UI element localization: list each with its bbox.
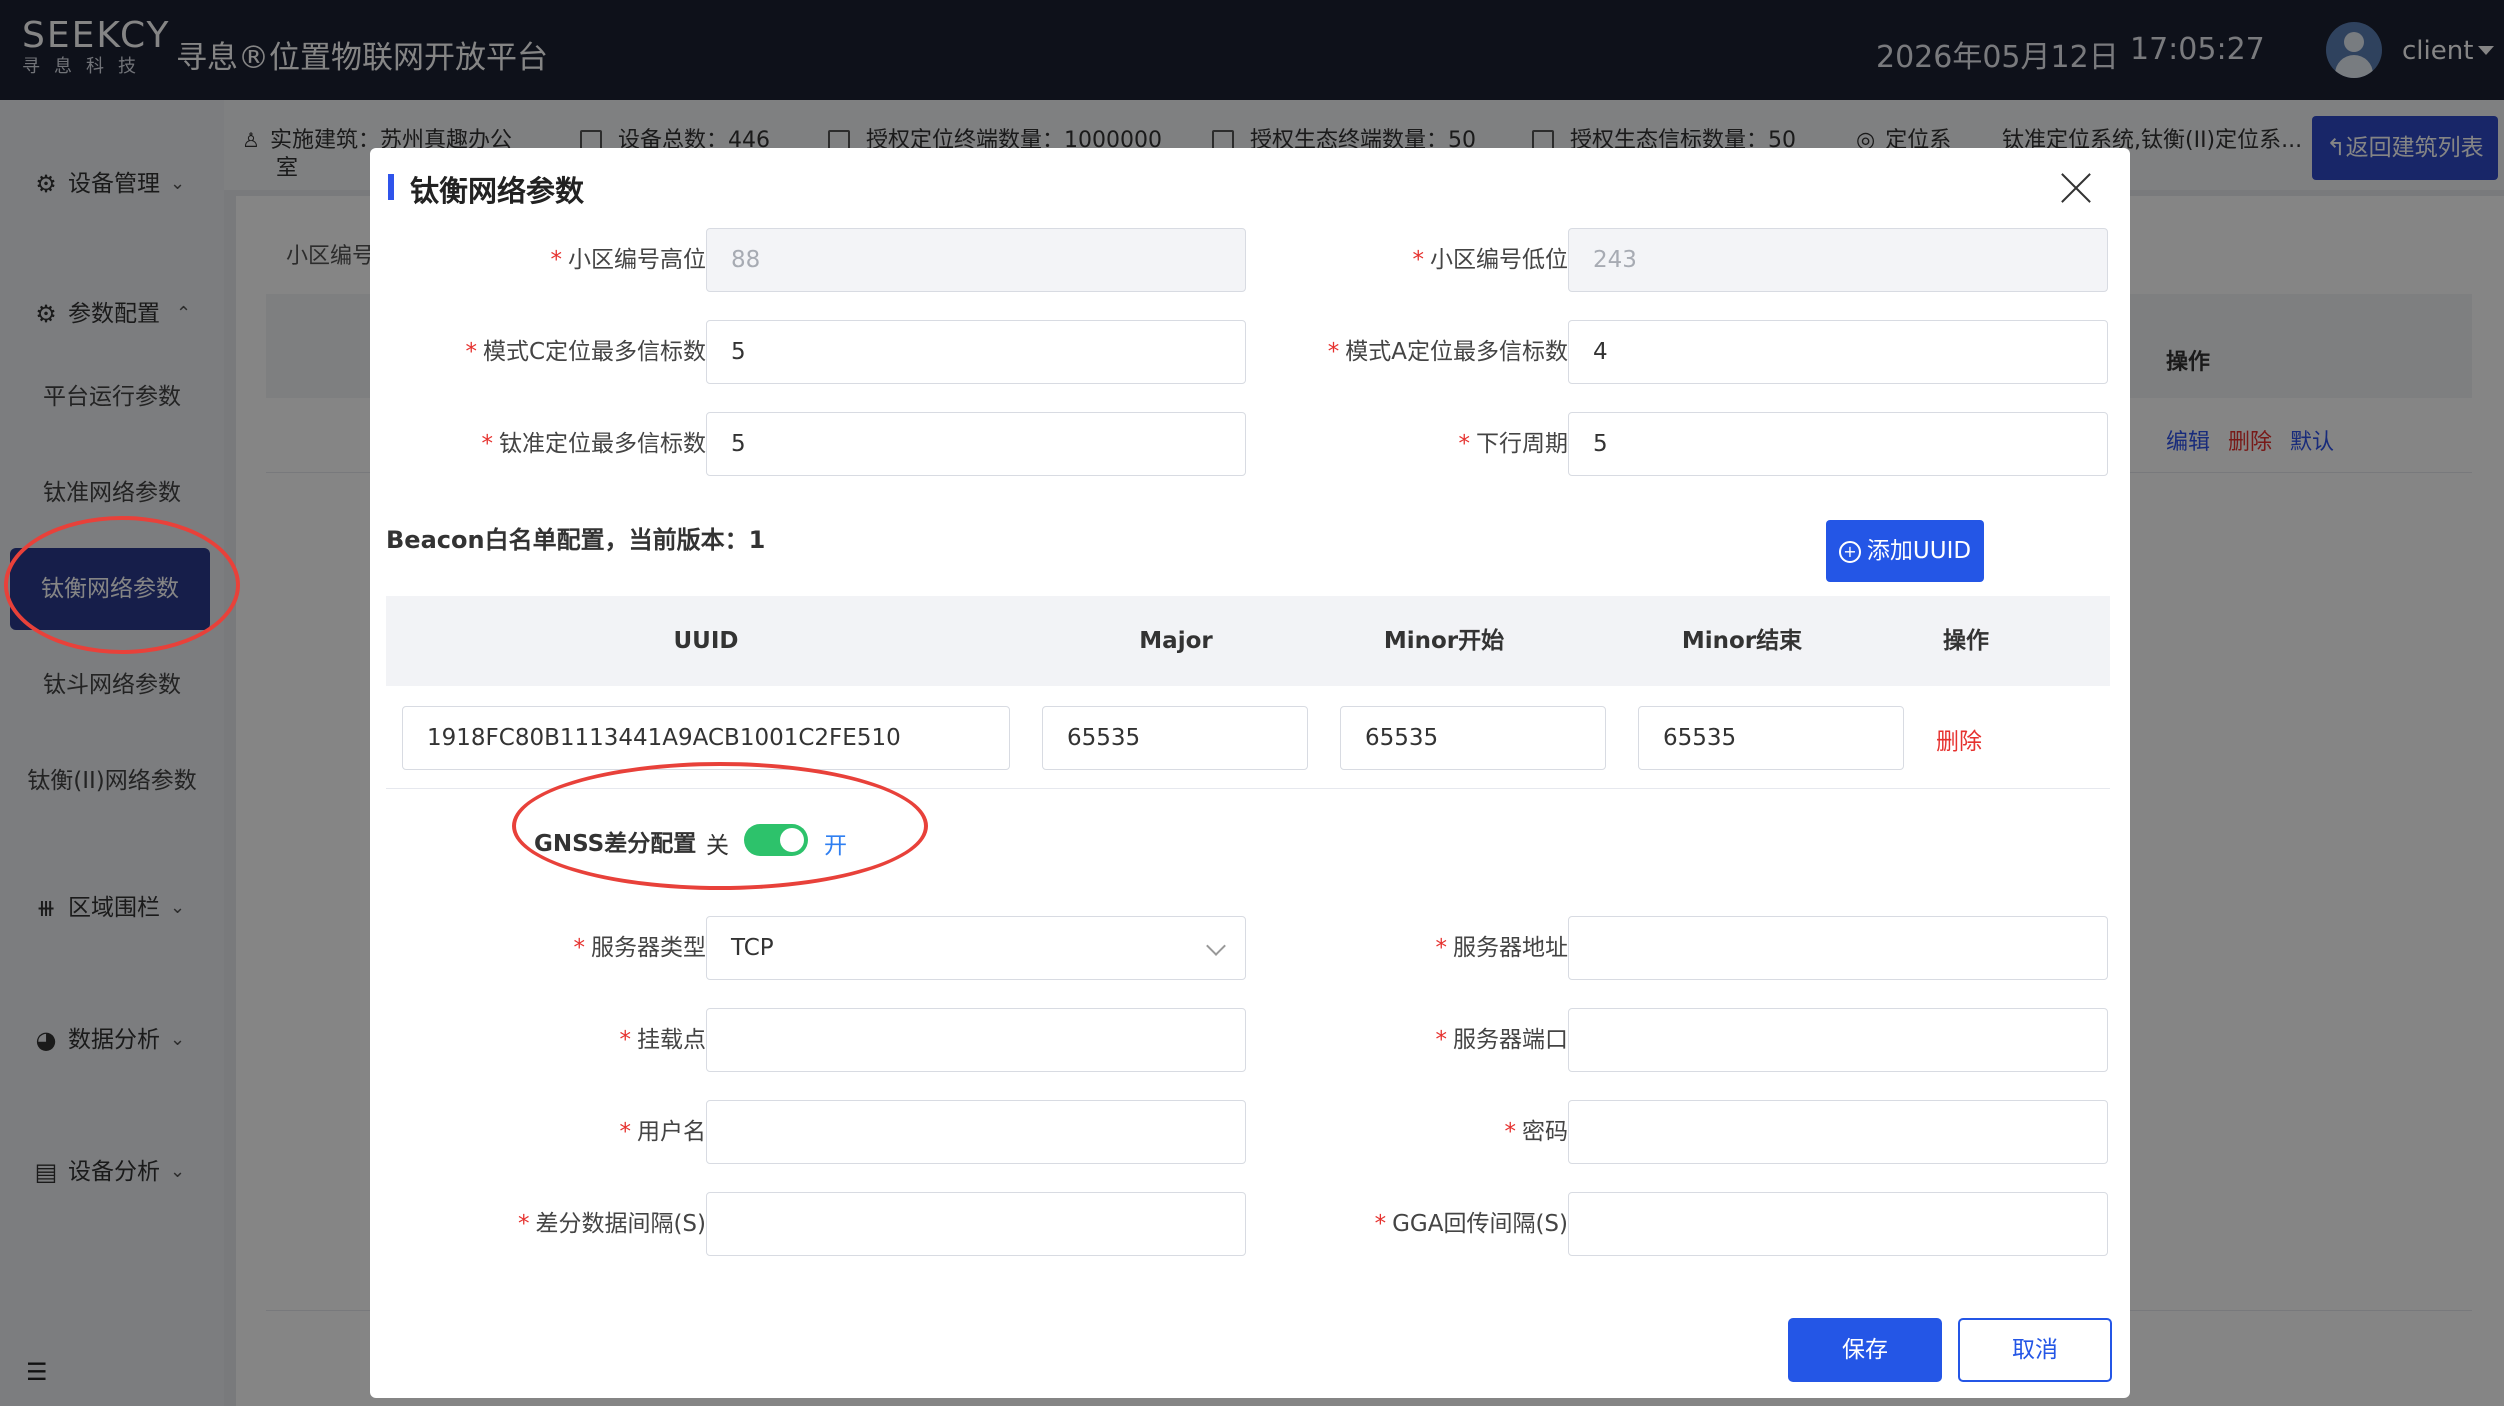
server-type-value: TCP (731, 935, 774, 961)
server-type-label: * 服务器类型 (573, 935, 707, 961)
col-major: Major (1139, 628, 1213, 654)
cell-low-input: 243 (1568, 228, 2108, 292)
col-minor-start: Minor开始 (1383, 628, 1505, 654)
plus-circle-icon: + (1838, 541, 1861, 563)
annotation-ellipse-gnss (512, 762, 928, 890)
server-port-label: * 服务器端口 (1435, 1027, 1569, 1053)
username-input[interactable] (706, 1100, 1246, 1164)
mount-point-input[interactable] (706, 1008, 1246, 1072)
dialog-title: 钛衡网络参数 (410, 174, 585, 208)
minor-start-input[interactable]: 65535 (1340, 706, 1606, 770)
title-accent-bar (388, 174, 394, 200)
gga-interval-input[interactable] (1568, 1192, 2108, 1256)
mount-point-label: * 挂载点 (619, 1027, 707, 1053)
server-address-label: * 服务器地址 (1435, 935, 1569, 961)
downlink-period-label: * 下行周期 (1458, 431, 1569, 457)
beacon-table-header: UUID Major Minor开始 Minor结束 操作 (386, 596, 2110, 686)
cell-high-label: * 小区编号高位 (550, 247, 707, 273)
tizhun-max-input[interactable]: 5 (706, 412, 1246, 476)
major-input[interactable]: 65535 (1042, 706, 1308, 770)
col-uuid: UUID (673, 628, 739, 654)
username-label: * 用户名 (619, 1119, 707, 1145)
tizhun-max-label: * 钛准定位最多信标数 (481, 431, 707, 457)
save-button[interactable]: 保存 (1788, 1318, 1942, 1382)
mode-a-input[interactable]: 4 (1568, 320, 2108, 384)
annotation-ellipse-sidebar (4, 516, 240, 654)
cancel-button[interactable]: 取消 (1958, 1318, 2112, 1382)
diff-interval-label: * 差分数据间隔(S) (517, 1211, 706, 1237)
server-address-input[interactable] (1568, 916, 2108, 980)
mode-c-input[interactable]: 5 (706, 320, 1246, 384)
server-type-select[interactable]: TCP (706, 916, 1246, 980)
diff-interval-input[interactable] (706, 1192, 1246, 1256)
cell-high-input: 88 (706, 228, 1246, 292)
col-minor-end: Minor结束 (1681, 628, 1803, 654)
mode-c-label: * 模式C定位最多信标数 (465, 339, 706, 365)
mode-a-label: * 模式A定位最多信标数 (1327, 339, 1568, 365)
add-uuid-button[interactable]: + 添加UUID (1826, 520, 1984, 582)
downlink-period-input[interactable]: 5 (1568, 412, 2108, 476)
uuid-input[interactable]: 1918FC80B1113441A9ACB1001C2FE510 (402, 706, 1010, 770)
gga-interval-label: * GGA回传间隔(S) (1374, 1211, 1568, 1237)
chevron-down-icon (1206, 936, 1226, 956)
delete-beacon-link[interactable]: 删除 (1936, 722, 1982, 756)
beacon-whitelist-title: Beacon白名单配置，当前版本：1 (386, 526, 766, 554)
password-label: * 密码 (1504, 1119, 1569, 1145)
close-icon[interactable] (2056, 168, 2096, 208)
server-port-input[interactable] (1568, 1008, 2108, 1072)
minor-end-input[interactable]: 65535 (1638, 706, 1904, 770)
cell-low-label: * 小区编号低位 (1412, 247, 1569, 273)
col-operation: 操作 (1943, 628, 1989, 654)
password-input[interactable] (1568, 1100, 2108, 1164)
add-uuid-label: 添加UUID (1866, 538, 1972, 564)
